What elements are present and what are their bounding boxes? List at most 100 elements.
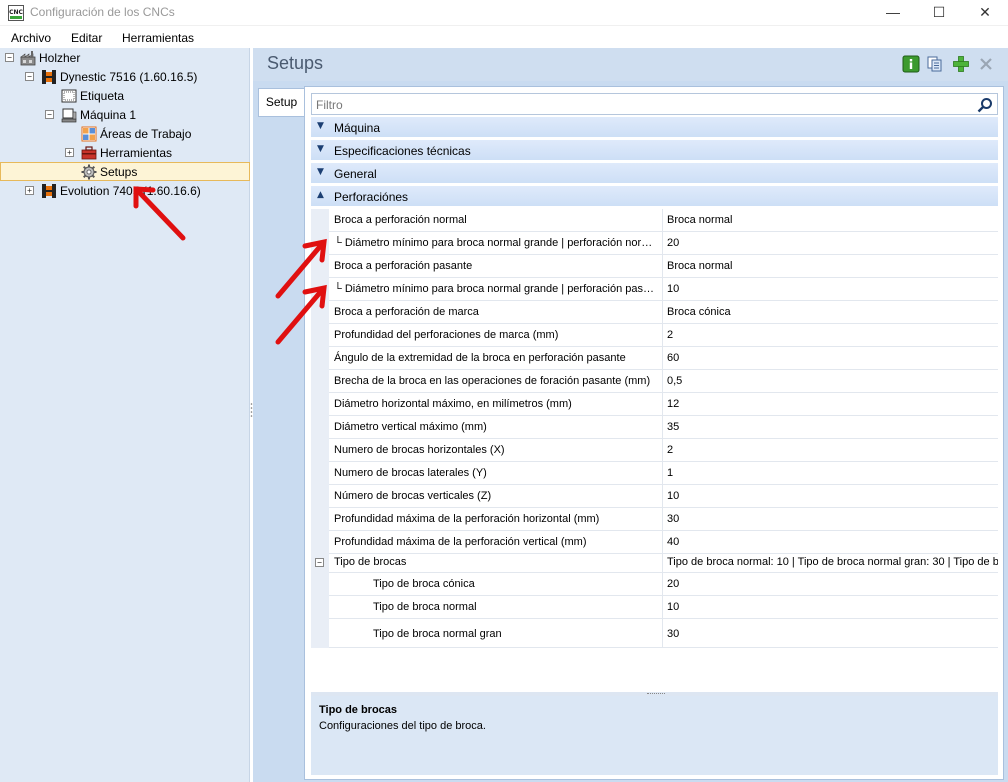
- tree-item-areas[interactable]: Áreas de Trabajo: [0, 124, 250, 143]
- property-name: Broca a perforación de marca: [329, 301, 663, 324]
- maximize-button[interactable]: ☐: [916, 0, 962, 26]
- property-row[interactable]: Numero de brocas laterales (Y) 1: [311, 462, 998, 485]
- row-gutter: [311, 370, 329, 393]
- property-value[interactable]: 2: [663, 324, 998, 347]
- property-row[interactable]: Diámetro vertical máximo (mm) 35: [311, 416, 998, 439]
- tree-item-dynestic[interactable]: − Dynestic 7516 (1.60.16.5): [0, 67, 250, 86]
- category-general[interactable]: ▼ General: [311, 163, 998, 184]
- property-row[interactable]: Profundidad máxima de la perforación ver…: [311, 531, 998, 554]
- row-gutter: [311, 508, 329, 531]
- property-row[interactable]: Broca a perforación normal Broca normal: [311, 209, 998, 232]
- collapse-icon[interactable]: −: [315, 558, 324, 567]
- property-value[interactable]: Tipo de broca normal: 10 | Tipo de broca…: [663, 552, 998, 573]
- property-value[interactable]: Broca normal: [663, 255, 998, 278]
- row-gutter: [311, 485, 329, 508]
- delete-icon[interactable]: [977, 55, 995, 73]
- tree-label: Dynestic 7516 (1.60.16.5): [60, 69, 198, 84]
- property-row[interactable]: Tipo de broca normal 10: [311, 596, 998, 619]
- property-value[interactable]: 30: [663, 619, 998, 648]
- cnc-machine-icon: [41, 69, 57, 85]
- collapse-icon[interactable]: −: [45, 110, 54, 119]
- tree-item-maquina[interactable]: − Máquina 1: [0, 105, 250, 124]
- property-name: Tipo de broca normal: [329, 596, 663, 619]
- tree-item-holzher[interactable]: − Holzher: [0, 48, 250, 67]
- chevron-up-icon[interactable]: ▲: [317, 190, 324, 200]
- property-row[interactable]: Numero de brocas horizontales (X) 2: [311, 439, 998, 462]
- category-label: Especificaciones técnicas: [334, 144, 471, 158]
- collapse-icon[interactable]: −: [5, 53, 14, 62]
- property-value[interactable]: 35: [663, 416, 998, 439]
- category-perforaciones[interactable]: ▲ Perforaciónes: [311, 186, 998, 207]
- chevron-down-icon[interactable]: ▼: [317, 121, 324, 131]
- expand-icon[interactable]: +: [25, 186, 34, 195]
- property-value[interactable]: 1: [663, 462, 998, 485]
- category-especificaciones[interactable]: ▼ Especificaciones técnicas: [311, 140, 998, 161]
- property-row[interactable]: Tipo de broca cónica 20: [311, 573, 998, 596]
- property-row[interactable]: Profundidad del perforaciones de marca (…: [311, 324, 998, 347]
- property-value[interactable]: 60: [663, 347, 998, 370]
- property-name: Ángulo de la extremidad de la broca en p…: [329, 347, 663, 370]
- property-row[interactable]: Diámetro horizontal máximo, en milímetro…: [311, 393, 998, 416]
- property-row[interactable]: Broca a perforación de marca Broca cónica: [311, 301, 998, 324]
- property-name: Broca a perforación pasante: [329, 255, 663, 278]
- property-name: Diámetro vertical máximo (mm): [329, 416, 663, 439]
- menu-archivo[interactable]: Archivo: [11, 31, 51, 45]
- property-value[interactable]: 40: [663, 531, 998, 554]
- property-name: Diámetro horizontal máximo, en milímetro…: [329, 393, 663, 416]
- tab-setup[interactable]: Setup: [258, 88, 304, 117]
- category-label: General: [334, 167, 377, 181]
- row-gutter: [311, 255, 329, 278]
- tree-item-setups[interactable]: Setups: [0, 162, 250, 181]
- menu-herramientas[interactable]: Herramientas: [122, 31, 194, 45]
- property-value[interactable]: 20: [663, 232, 998, 255]
- category-maquina[interactable]: ▼ Máquina: [311, 117, 998, 138]
- property-value[interactable]: 10: [663, 485, 998, 508]
- property-value[interactable]: 12: [663, 393, 998, 416]
- property-row[interactable]: Número de brocas verticales (Z) 10: [311, 485, 998, 508]
- row-gutter: [311, 232, 329, 255]
- row-gutter: [311, 596, 329, 619]
- machine-icon: [61, 107, 77, 123]
- close-button[interactable]: ✕: [962, 0, 1008, 26]
- property-grid-panel: Filtro ▼ Máquina ▼ Especificaciones técn…: [304, 86, 1004, 780]
- property-row[interactable]: Brecha de la broca en las operaciones de…: [311, 370, 998, 393]
- property-name: Número de brocas verticales (Z): [329, 485, 663, 508]
- property-value[interactable]: 20: [663, 573, 998, 596]
- property-row[interactable]: └ Diámetro mínimo para broca normal gran…: [311, 278, 998, 301]
- tree-item-herramientas[interactable]: + Herramientas: [0, 143, 250, 162]
- property-value[interactable]: 0,5: [663, 370, 998, 393]
- row-gutter: [311, 324, 329, 347]
- tree-item-etiqueta[interactable]: Etiqueta: [0, 86, 250, 105]
- info-icon[interactable]: [902, 55, 920, 73]
- expand-icon[interactable]: +: [65, 148, 74, 157]
- property-value[interactable]: Broca cónica: [663, 301, 998, 324]
- property-value[interactable]: 10: [663, 278, 998, 301]
- row-gutter: [311, 531, 329, 554]
- property-row[interactable]: Profundidad máxima de la perforación hor…: [311, 508, 998, 531]
- property-value[interactable]: Broca normal: [663, 209, 998, 232]
- chevron-down-icon[interactable]: ▼: [317, 167, 324, 177]
- cnc-machine-icon: [41, 183, 57, 199]
- label-icon: [61, 88, 77, 104]
- tree-item-evolution[interactable]: + Evolution 7405 (1.60.16.6): [0, 181, 250, 200]
- search-icon[interactable]: [977, 97, 993, 113]
- property-value[interactable]: 2: [663, 439, 998, 462]
- collapse-icon[interactable]: −: [25, 72, 34, 81]
- row-gutter: [311, 301, 329, 324]
- property-row[interactable]: Broca a perforación pasante Broca normal: [311, 255, 998, 278]
- copy-icon[interactable]: [926, 55, 944, 73]
- property-grid: ▼ Máquina ▼ Especificaciones técnicas ▼ …: [311, 117, 998, 692]
- property-value[interactable]: 10: [663, 596, 998, 619]
- menu-bar: Archivo Editar Herramientas: [0, 27, 1008, 48]
- property-value[interactable]: 30: [663, 508, 998, 531]
- minimize-button[interactable]: —: [870, 0, 916, 26]
- tree-label: Áreas de Trabajo: [100, 126, 192, 141]
- property-row[interactable]: Tipo de broca normal gran 30: [311, 619, 998, 648]
- property-row[interactable]: Ángulo de la extremidad de la broca en p…: [311, 347, 998, 370]
- chevron-down-icon[interactable]: ▼: [317, 144, 324, 154]
- filter-input[interactable]: Filtro: [311, 93, 998, 115]
- property-row[interactable]: └ Diámetro mínimo para broca normal gran…: [311, 232, 998, 255]
- menu-editar[interactable]: Editar: [71, 31, 102, 45]
- add-icon[interactable]: [952, 55, 970, 73]
- property-row-tipo-brocas[interactable]: − Tipo de brocas Tipo de broca normal: 1…: [311, 552, 998, 573]
